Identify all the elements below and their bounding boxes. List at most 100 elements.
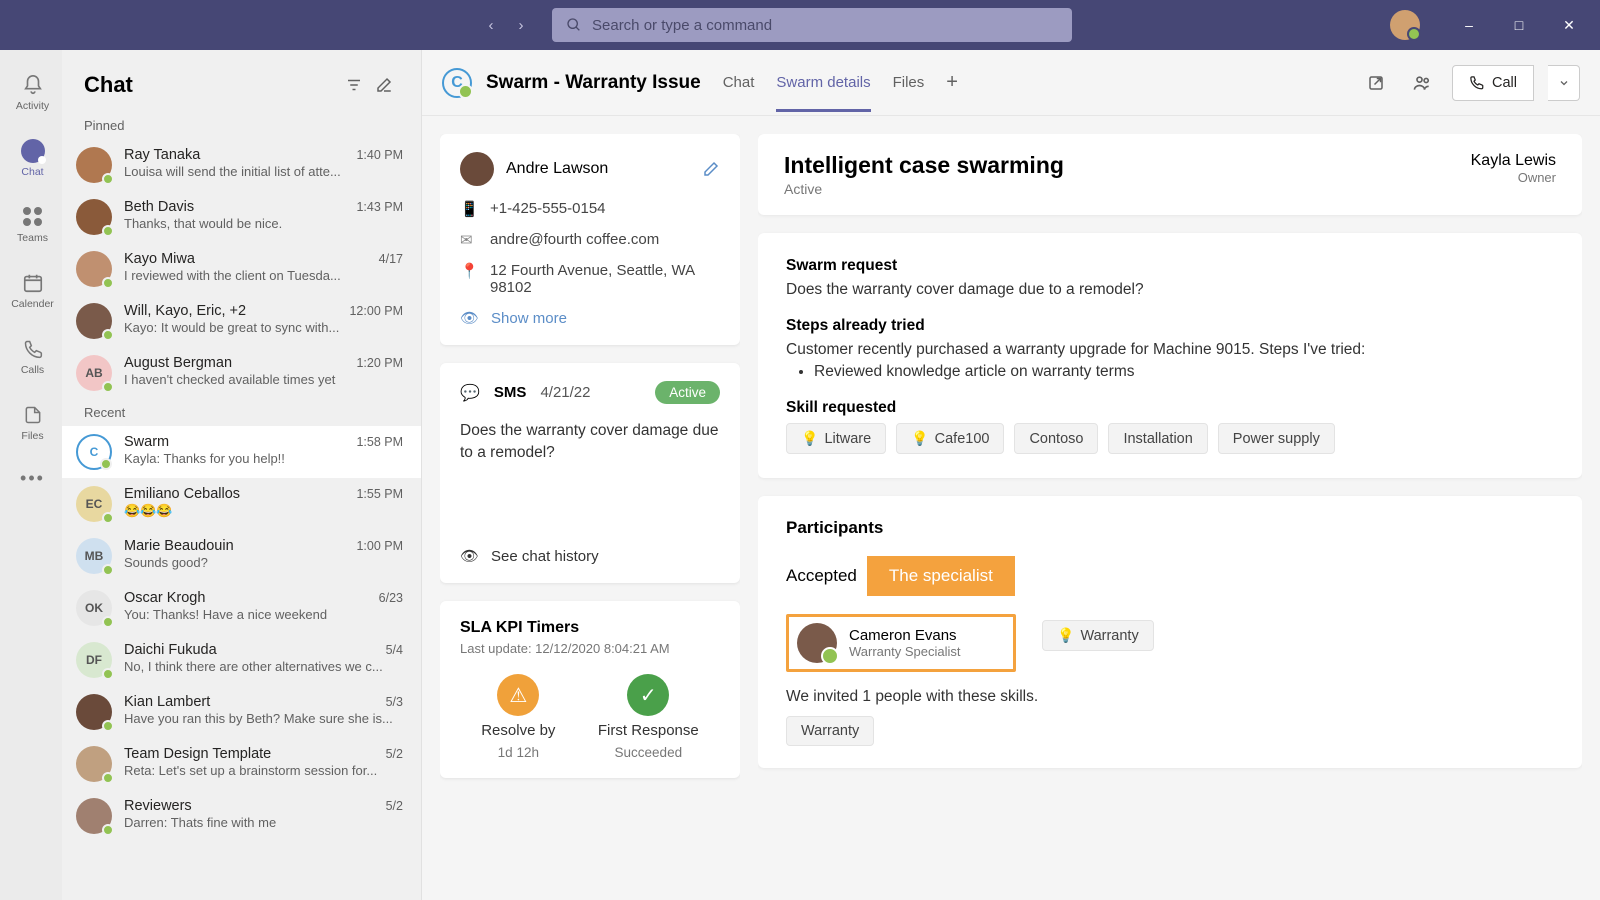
chat-avatar	[76, 199, 112, 235]
swarm-request-body: Does the warranty cover damage due to a …	[786, 281, 1554, 299]
popout-button[interactable]	[1360, 67, 1392, 99]
chat-list-item[interactable]: Reviewers5/2 Darren: Thats fine with me	[62, 790, 421, 842]
participants-button[interactable]	[1406, 67, 1438, 99]
chat-list-item[interactable]: MB Marie Beaudouin1:00 PM Sounds good?	[62, 530, 421, 582]
bulb-icon: 💡	[1057, 627, 1074, 644]
contact-avatar	[460, 152, 494, 186]
rail-chat[interactable]: Chat	[0, 130, 62, 186]
chat-list-item[interactable]: Team Design Template 5/2 Reta: Let's set …	[62, 738, 421, 790]
chat-list-item[interactable]: Kayo Miwa4/17 I reviewed with the client…	[62, 243, 421, 295]
chat-item-time: 1:55 PM	[356, 487, 403, 501]
sla-timer: ✓First ResponseSucceeded	[598, 674, 699, 760]
add-tab-button[interactable]: +	[946, 71, 958, 94]
conversation-tab[interactable]: Chat	[723, 54, 755, 112]
sms-card: 💬 SMS 4/21/22 Active Does the warranty c…	[440, 363, 740, 583]
sla-updated: Last update: 12/12/2020 8:04:21 AM	[460, 641, 720, 656]
chat-avatar	[76, 251, 112, 287]
window-close-button[interactable]: ✕	[1546, 1, 1592, 49]
presence-dot	[102, 772, 114, 784]
presence-dot	[102, 173, 114, 185]
conversation-tab[interactable]: Swarm details	[776, 54, 870, 112]
chat-list-item[interactable]: Will, Kayo, Eric, +212:00 PM Kayo: It wo…	[62, 295, 421, 347]
chat-item-preview: You: Thanks! Have a nice weekend	[124, 607, 403, 622]
current-user-avatar[interactable]	[1390, 10, 1420, 40]
nav-back-button[interactable]: ‹	[478, 12, 504, 38]
chat-item-name: Kian Lambert	[124, 694, 378, 710]
rail-calendar[interactable]: Calender	[0, 262, 62, 318]
see-chat-history-link[interactable]: 👁See chat history	[460, 533, 720, 565]
participants-heading: Participants	[786, 518, 1554, 538]
chat-item-time: 1:58 PM	[356, 435, 403, 449]
email-field-icon: ✉	[460, 231, 478, 249]
chat-avatar: MB	[76, 538, 112, 574]
chat-list-item[interactable]: Beth Davis1:43 PM Thanks, that would be …	[62, 191, 421, 243]
skill-tag: Installation	[1108, 423, 1207, 454]
chat-avatar	[76, 798, 112, 834]
chat-item-name: Team Design Template	[124, 746, 378, 762]
rail-teams[interactable]: Teams	[0, 196, 62, 252]
chat-avatar	[76, 147, 112, 183]
warning-icon: ⚠	[497, 674, 539, 716]
chat-list-item[interactable]: Ray Tanaka1:40 PM Louisa will send the i…	[62, 139, 421, 191]
bell-icon	[22, 74, 44, 96]
sla-card: SLA KPI Timers Last update: 12/12/2020 8…	[440, 601, 740, 778]
conversation-tab[interactable]: Files	[893, 54, 925, 112]
rail-more[interactable]: •••	[0, 460, 62, 496]
chat-item-time: 5/2	[386, 747, 403, 761]
chat-item-preview: Kayla: Thanks for you help!!	[124, 451, 403, 466]
chat-item-time: 1:00 PM	[356, 539, 403, 553]
swarm-app-icon: C	[442, 68, 472, 98]
calendar-icon	[22, 272, 44, 294]
chat-item-time: 4/17	[379, 252, 403, 266]
skill-tag: 💡Cafe100	[896, 423, 1004, 454]
participant-name: Cameron Evans	[849, 627, 961, 644]
contact-card: Andre Lawson 📱+1-425-555-0154 ✉andre@fou…	[440, 134, 740, 345]
presence-dot	[102, 720, 114, 732]
owner-role: Owner	[1471, 170, 1556, 185]
call-options-button[interactable]	[1548, 65, 1580, 101]
rail-calls[interactable]: Calls	[0, 328, 62, 384]
sms-date: 4/21/22	[540, 384, 590, 401]
chat-item-time: 12:00 PM	[349, 304, 403, 318]
participants-card: Participants Accepted The specialist Cam…	[758, 496, 1582, 768]
chat-item-preview: Sounds good?	[124, 555, 403, 570]
sms-body: Does the warranty cover damage due to a …	[460, 420, 720, 533]
chat-list-item[interactable]: AB August Bergman1:20 PM I haven't check…	[62, 347, 421, 399]
chat-item-name: Oscar Krogh	[124, 590, 371, 606]
chat-list-title: Chat	[84, 72, 339, 98]
rail-activity[interactable]: Activity	[0, 64, 62, 120]
window-maximize-button[interactable]: □	[1496, 1, 1542, 49]
new-chat-button[interactable]	[369, 70, 399, 100]
window-minimize-button[interactable]: –	[1446, 1, 1492, 49]
chat-item-time: 6/23	[379, 591, 403, 605]
rail-files[interactable]: Files	[0, 394, 62, 450]
chat-item-preview: Reta: Let's set up a brainstorm session …	[124, 763, 403, 778]
chat-list-item[interactable]: EC Emiliano Ceballos1:55 PM 😂😂😂	[62, 478, 421, 530]
chat-list-item[interactable]: C Swarm1:58 PM Kayla: Thanks for you hel…	[62, 426, 421, 478]
chat-item-preview: Kayo: It would be great to sync with...	[124, 320, 403, 335]
chat-item-time: 1:40 PM	[356, 148, 403, 162]
teams-icon	[23, 207, 42, 226]
chat-avatar	[76, 746, 112, 782]
chat-item-preview: I haven't checked available times yet	[124, 372, 403, 387]
participant-role: Warranty Specialist	[849, 644, 961, 659]
chat-item-time: 5/4	[386, 643, 403, 657]
chat-avatar: AB	[76, 355, 112, 391]
chat-icon	[21, 139, 45, 163]
skill-tag: Contoso	[1014, 423, 1098, 454]
global-search[interactable]: Search or type a command	[552, 8, 1072, 42]
conversation-header: C Swarm - Warranty Issue ChatSwarm detai…	[422, 50, 1600, 116]
chat-list-panel: Chat Pinned Ray Tanaka1:40 PM Louisa wil…	[62, 50, 422, 900]
chat-list-item[interactable]: OK Oscar Krogh6/23 You: Thanks! Have a n…	[62, 582, 421, 634]
call-button[interactable]: Call	[1452, 65, 1534, 101]
chat-list-item[interactable]: DF Daichi Fukuda5/4 No, I think there ar…	[62, 634, 421, 686]
show-more-link[interactable]: 👁Show more	[460, 309, 720, 327]
edit-contact-button[interactable]	[702, 160, 720, 178]
participant-item[interactable]: Cameron Evans Warranty Specialist	[786, 614, 1016, 672]
nav-forward-button[interactable]: ›	[508, 12, 534, 38]
filter-button[interactable]	[339, 70, 369, 100]
compose-icon	[375, 76, 393, 94]
swarm-request-heading: Swarm request	[786, 257, 1554, 275]
chat-list-item[interactable]: Kian Lambert5/3 Have you ran this by Bet…	[62, 686, 421, 738]
title-bar: ‹ › Search or type a command – □ ✕	[0, 0, 1600, 50]
